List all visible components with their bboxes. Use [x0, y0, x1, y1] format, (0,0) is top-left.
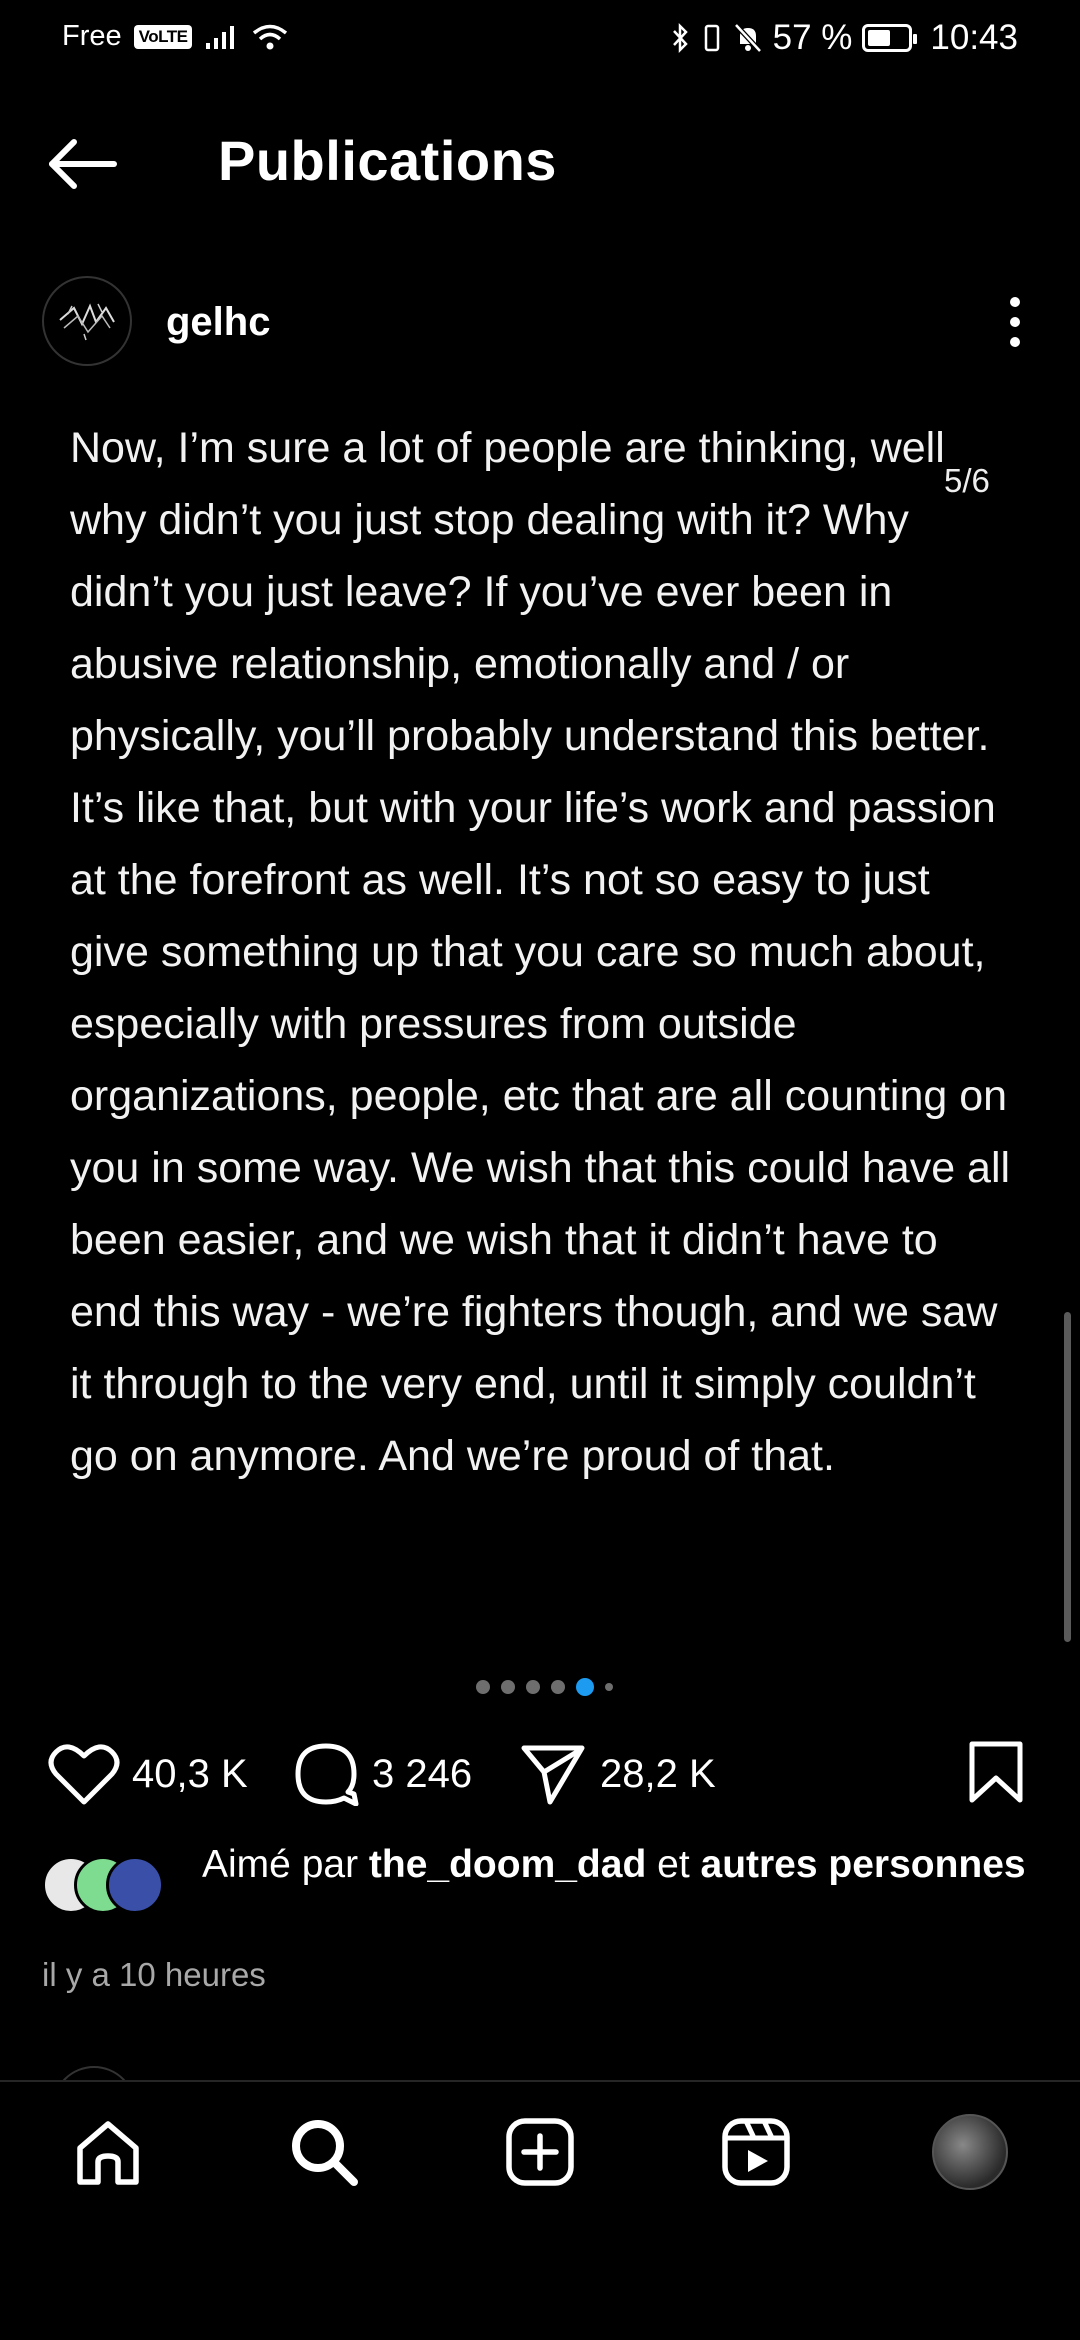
clock: 10:43 — [930, 18, 1018, 57]
share-button[interactable]: 28,2 K — [518, 1742, 716, 1806]
liked-by-text[interactable]: Aimé par the_doom_dad et autres personne… — [202, 1840, 1042, 1890]
liked-by-user[interactable]: the_doom_dad — [369, 1843, 646, 1886]
comment-count: 3 246 — [372, 1751, 473, 1796]
band-logo-icon — [59, 303, 115, 341]
signal-icon — [206, 25, 235, 49]
top-bar: Publications — [0, 110, 1080, 220]
home-icon — [77, 2121, 139, 2185]
battery-percent: 57 % — [772, 18, 853, 57]
liked-by-prefix: Aimé par — [202, 1843, 359, 1886]
bluetooth-icon — [672, 22, 688, 54]
carousel-dot — [551, 1680, 565, 1694]
post-username[interactable]: gelhc — [166, 300, 270, 345]
post-timestamp: il y a 10 heures — [42, 1956, 266, 1993]
like-button[interactable]: 40,3 K — [48, 1742, 248, 1806]
reels-icon — [722, 2118, 790, 2186]
more-options-icon[interactable] — [998, 292, 1032, 352]
like-count: 40,3 K — [132, 1751, 248, 1796]
heart-icon — [48, 1744, 120, 1805]
slide-counter: 5/6 — [944, 462, 990, 499]
bookmark-icon[interactable] — [968, 1740, 1024, 1804]
wifi-icon — [253, 24, 288, 49]
carousel-indicator — [476, 1678, 613, 1696]
volte-badge: VoLTE — [133, 24, 193, 49]
carousel-slide-text[interactable]: Now, I’m sure a lot of people are thinki… — [70, 412, 1020, 1492]
share-count: 28,2 K — [600, 1751, 716, 1796]
page-title: Publications — [218, 129, 557, 192]
nav-search[interactable] — [284, 2112, 364, 2192]
liked-by-others[interactable]: autres personnes — [701, 1843, 1026, 1886]
liked-by-connector: et — [657, 1843, 690, 1886]
search-icon — [292, 2120, 358, 2186]
carousel-dot-active — [576, 1678, 594, 1696]
nav-profile[interactable] — [930, 2112, 1010, 2192]
mute-bell-icon — [733, 23, 762, 53]
carousel-dot — [526, 1680, 540, 1694]
nav-reels[interactable] — [716, 2112, 796, 2192]
nav-home[interactable] — [68, 2112, 148, 2192]
vibrate-icon — [704, 24, 719, 52]
scrollbar[interactable] — [1064, 1312, 1071, 1642]
comment-icon — [295, 1743, 359, 1806]
comment-button[interactable]: 3 246 — [292, 1742, 472, 1806]
nav-create[interactable] — [500, 2112, 580, 2192]
status-bar: Free VoLTE 57 % 10:43 — [0, 0, 1080, 76]
post-author-avatar[interactable] — [42, 276, 132, 366]
carousel-dot — [476, 1680, 490, 1694]
liker-avatar — [106, 1856, 164, 1914]
status-left: Free VoLTE — [62, 20, 290, 53]
create-icon — [506, 2118, 574, 2186]
liker-avatars[interactable] — [42, 1856, 192, 1916]
status-right: 57 % 10:43 — [671, 18, 1018, 58]
carousel-dot — [501, 1680, 515, 1694]
carrier-label: Free — [62, 20, 122, 52]
profile-avatar — [932, 2114, 1008, 2190]
send-icon — [521, 1745, 585, 1805]
back-arrow-icon[interactable] — [46, 138, 118, 190]
carousel-dot — [605, 1683, 613, 1691]
battery-icon — [862, 24, 918, 52]
post-actions: 40,3 K 3 246 28,2 K — [0, 1728, 1080, 1818]
bottom-nav — [0, 2080, 1080, 2222]
